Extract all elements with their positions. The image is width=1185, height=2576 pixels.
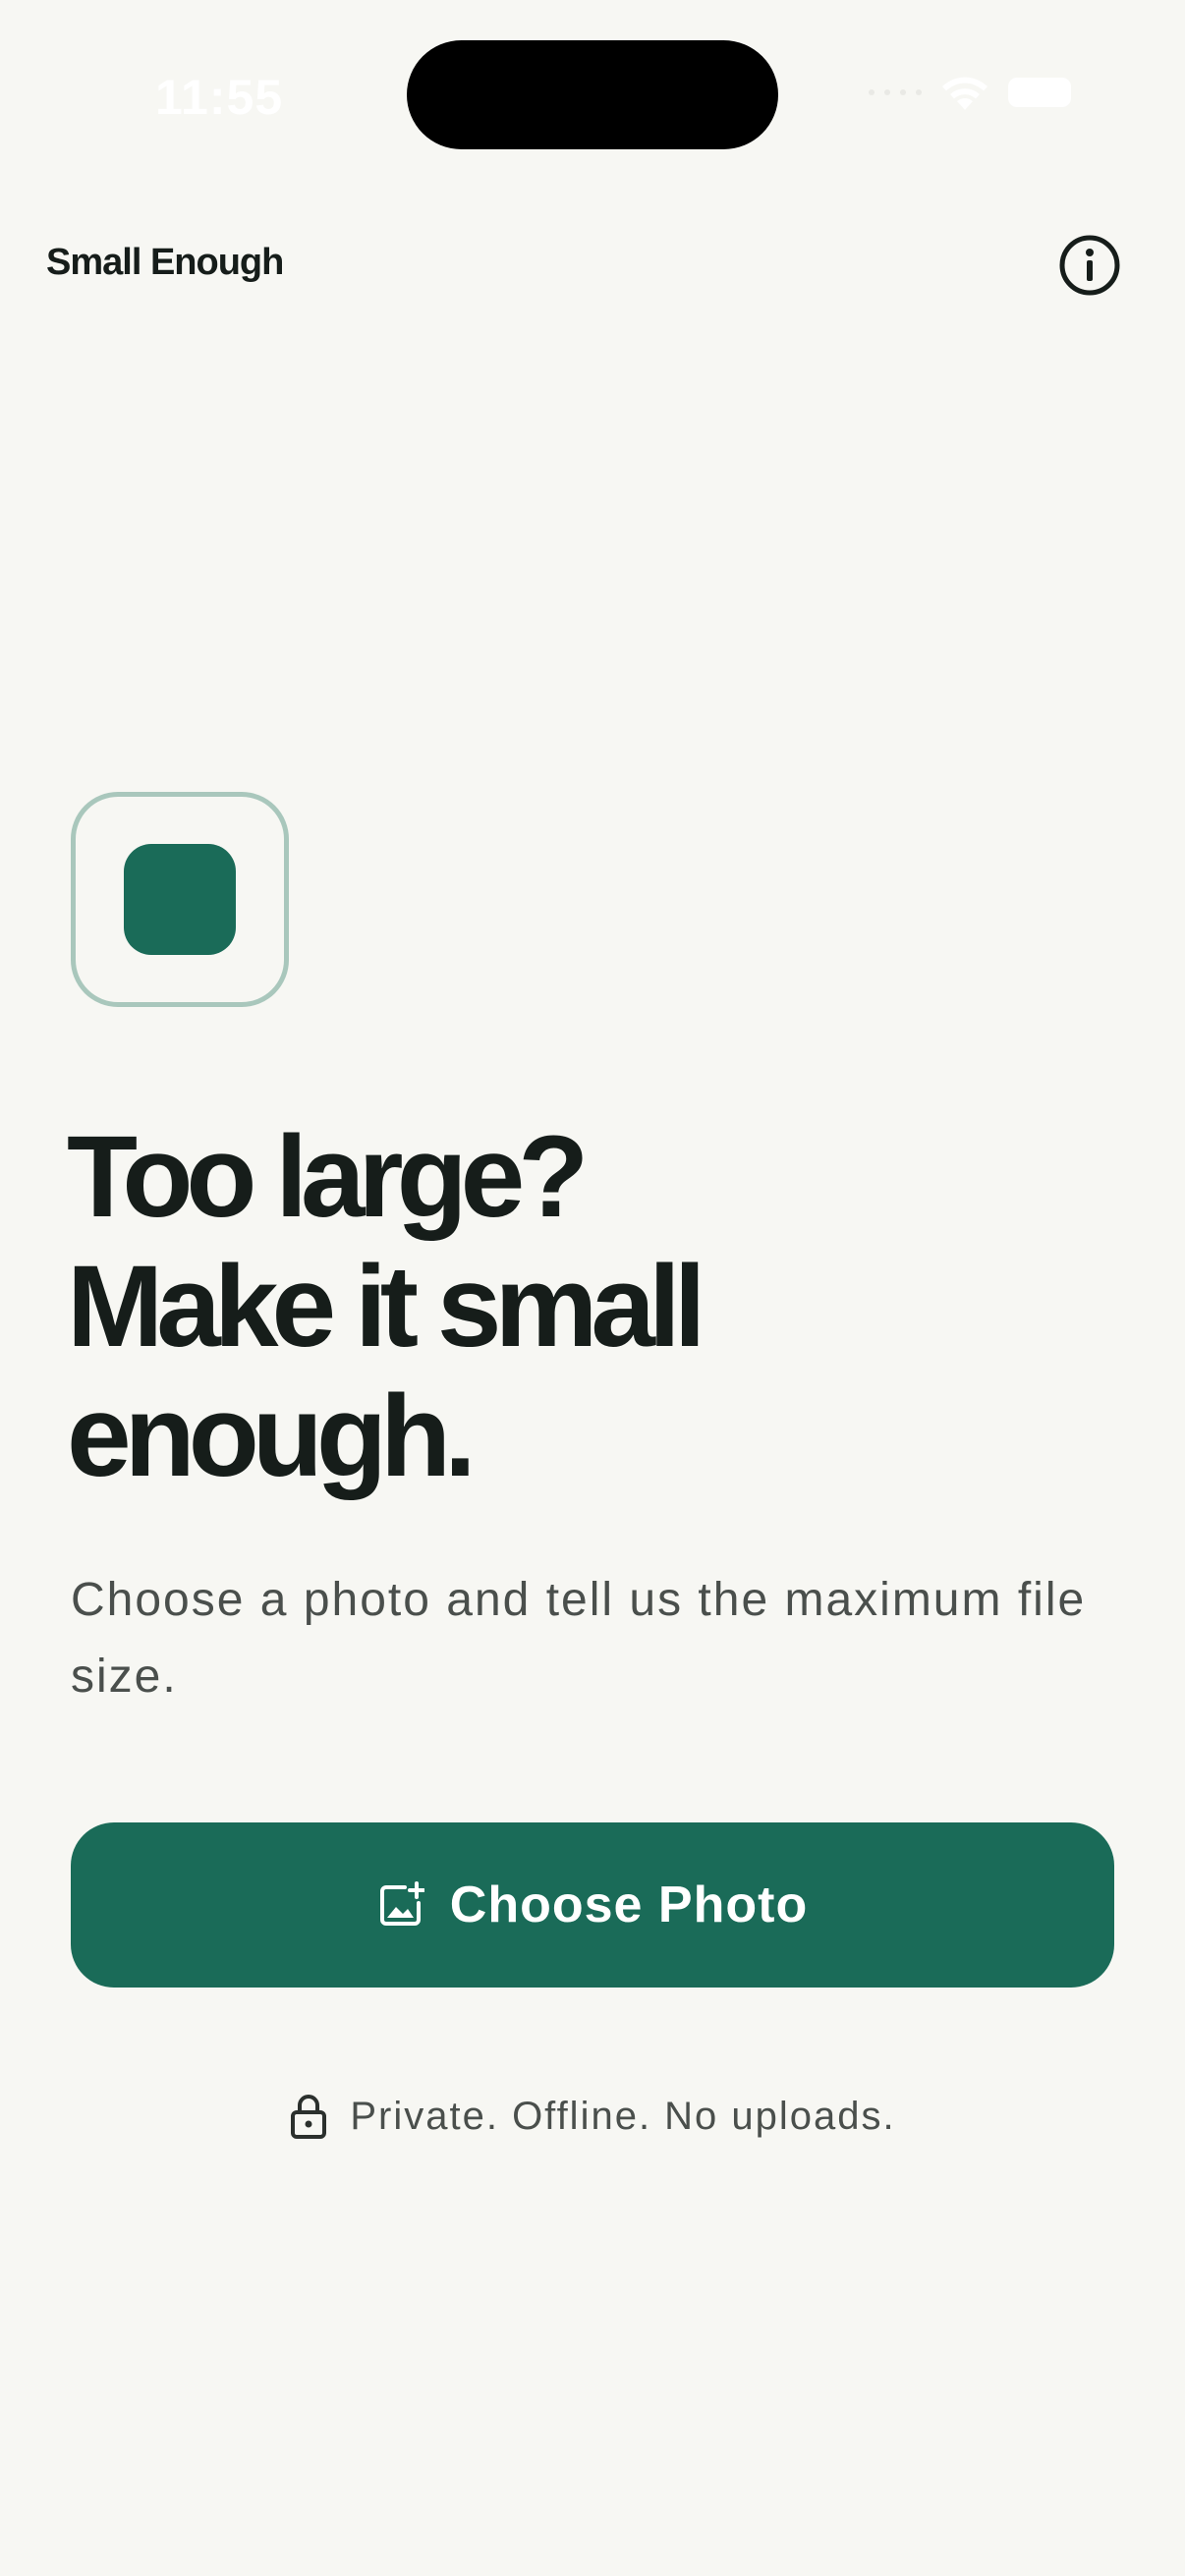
- app-title: Small Enough: [46, 242, 284, 283]
- headline-line: Make it small: [67, 1242, 706, 1372]
- privacy-text: Private. Offline. No uploads.: [350, 2094, 896, 2138]
- lock-icon: [291, 2095, 327, 2139]
- wifi-icon: [942, 77, 988, 110]
- app-logo-square: [124, 844, 236, 955]
- battery-icon: [1008, 78, 1071, 107]
- headline-line: Too large?: [67, 1112, 589, 1242]
- choose-photo-button[interactable]: Choose Photo: [71, 1822, 1114, 1988]
- dynamic-island: [407, 40, 778, 149]
- status-time: 11:55: [155, 70, 284, 125]
- subtitle: Choose a photo and tell us the maximum f…: [71, 1574, 1087, 1703]
- info-button[interactable]: [1058, 234, 1121, 297]
- info-circle-icon: [1059, 235, 1120, 296]
- privacy-note: Private. Offline. No uploads.: [0, 2093, 1185, 2140]
- status-icons: [869, 73, 1071, 112]
- headline-line: enough.: [67, 1372, 477, 1501]
- photo-add-icon: [379, 1881, 424, 1926]
- headline: Too large? Make it small enough.: [67, 1112, 1049, 1501]
- screen: 11:55 Small Enough Too large? Make it sm…: [0, 0, 1185, 2576]
- choose-photo-label: Choose Photo: [449, 1876, 809, 1933]
- app-logo: [71, 792, 289, 1007]
- cellular-signal-icon: [869, 89, 922, 95]
